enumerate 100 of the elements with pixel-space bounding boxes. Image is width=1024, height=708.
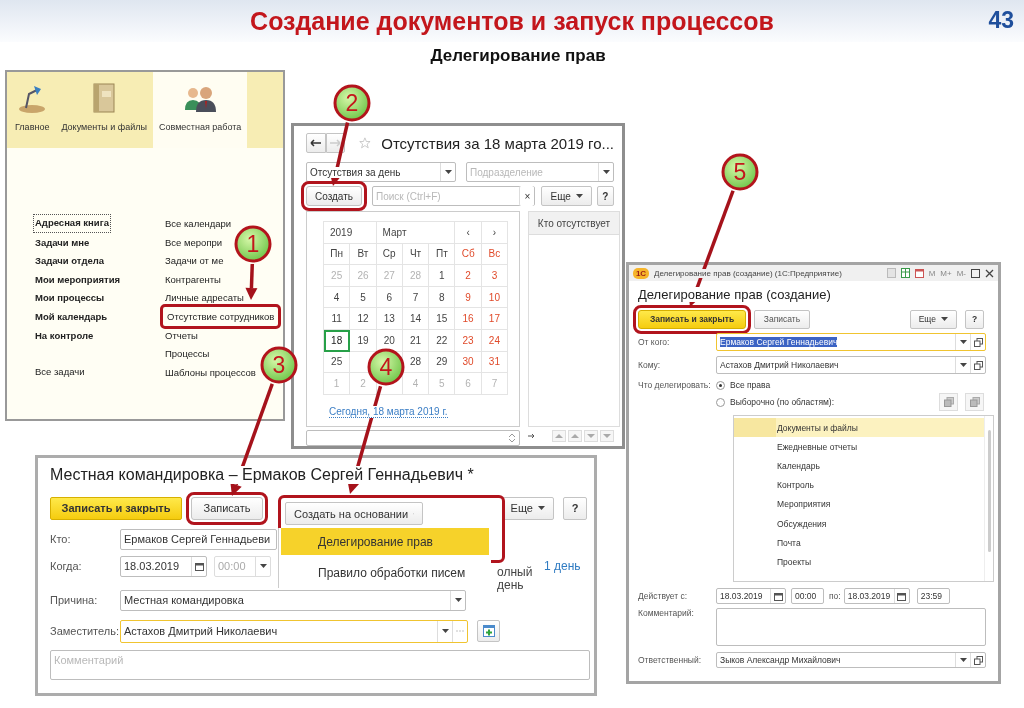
section-link[interactable]: Контрагенты <box>163 269 223 289</box>
calendar-day[interactable]: 13 <box>376 308 403 330</box>
help-button[interactable]: ? <box>965 309 984 329</box>
more-button[interactable]: Еще <box>541 186 592 206</box>
more-button[interactable]: Еще <box>909 309 957 329</box>
list-row[interactable]: Календарь <box>734 456 984 476</box>
calendar-day[interactable]: 31 <box>481 351 509 374</box>
calendar-day[interactable]: 23 <box>455 329 482 352</box>
list-row[interactable]: Обсуждения <box>734 513 984 534</box>
prev-month-button[interactable]: ‹ <box>455 222 482 244</box>
radio-button[interactable] <box>716 397 725 407</box>
calendar-day[interactable]: 5 <box>350 286 377 309</box>
squares-icon[interactable] <box>970 653 985 667</box>
help-button[interactable]: ? <box>596 186 614 206</box>
menu-item[interactable]: Правило обработки писем <box>281 559 489 586</box>
list-row[interactable]: Ежедневные отчеты <box>734 437 984 457</box>
person-field[interactable]: Ермаков Сергей Геннадьеви <box>120 528 277 550</box>
duration-link[interactable]: 1 день <box>544 559 581 573</box>
section-link[interactable]: Процессы <box>163 344 212 363</box>
calendar-day[interactable]: 8 <box>429 286 456 309</box>
calendar-day[interactable]: 11 <box>324 308 351 330</box>
period-select[interactable]: Отсутствия за день <box>306 162 456 182</box>
section-link[interactable]: Мои процессы <box>33 288 107 307</box>
layers-button[interactable] <box>965 393 984 411</box>
create-based-button[interactable]: Создать на основании <box>285 502 423 525</box>
section-link[interactable]: Задачи отдела <box>33 251 107 270</box>
year-select[interactable]: 2019 <box>324 222 377 244</box>
more-button[interactable]: Еще <box>501 496 554 520</box>
section-tab[interactable]: Совместная работа <box>153 72 248 148</box>
squares-icon[interactable] <box>970 357 985 373</box>
date-field[interactable]: 18.03.2019 <box>843 588 910 604</box>
list-row[interactable]: Контроль <box>734 475 984 495</box>
next-month-button[interactable]: › <box>481 222 509 244</box>
calendar-day[interactable]: 4 <box>324 286 351 309</box>
section-link[interactable]: Личные адресаты <box>163 288 246 307</box>
star-icon[interactable] <box>359 135 372 151</box>
calendar-day[interactable]: 18 <box>324 329 351 352</box>
section-link[interactable]: Отсутствие сотрудников <box>163 306 279 326</box>
calendar-day[interactable]: 29 <box>429 351 456 374</box>
calendar-day[interactable]: 6 <box>376 286 403 309</box>
calendar-day[interactable]: 19 <box>350 329 377 352</box>
time-field[interactable]: 00:00 <box>791 588 824 604</box>
clear-button[interactable]: × <box>519 186 535 206</box>
comment-field[interactable] <box>716 608 986 646</box>
calendar-day[interactable]: 10 <box>481 286 509 309</box>
layers-button[interactable] <box>939 393 958 411</box>
calendar-day[interactable]: 16 <box>455 308 482 330</box>
section-tab[interactable]: Документы и файлы <box>55 72 153 148</box>
scrollbar[interactable] <box>984 416 993 581</box>
responsible-field[interactable]: Зыков Александр Михайлович <box>716 652 986 668</box>
calendar-day[interactable]: 3 <box>481 265 509 287</box>
back-button[interactable] <box>306 133 326 153</box>
section-link[interactable]: Отчеты <box>163 325 200 345</box>
save-button[interactable]: Записать <box>754 309 810 329</box>
date-field[interactable]: 18.03.2019 <box>120 555 207 577</box>
section-link[interactable]: Адресная книга <box>33 214 111 233</box>
section-link[interactable]: Все меропри <box>163 232 225 252</box>
month-select[interactable]: Март <box>376 222 456 244</box>
calendar-day[interactable]: 30 <box>455 351 482 374</box>
list-row[interactable]: Документы и файлы <box>734 418 984 438</box>
calendar-day[interactable]: 24 <box>481 329 509 352</box>
calendar-day[interactable]: 15 <box>429 308 456 330</box>
from-field[interactable]: Ермаков Сергей Геннадьевич <box>716 333 986 351</box>
calendar-icon[interactable] <box>914 268 924 278</box>
calendar-day[interactable]: 25 <box>324 351 351 374</box>
save-close-button[interactable]: Записать и закрыть <box>50 496 182 520</box>
calendar-day[interactable]: 1 <box>429 265 456 287</box>
list-row[interactable]: Проекты <box>734 552 984 572</box>
close-icon[interactable] <box>985 268 994 278</box>
deputy-field[interactable]: Астахов Дмитрий Николаевич <box>120 619 468 643</box>
table-icon[interactable] <box>900 268 910 278</box>
reason-select[interactable]: Местная командировка <box>120 589 466 611</box>
calendar-day[interactable]: 14 <box>402 308 430 330</box>
add-button[interactable] <box>477 620 500 642</box>
help-button[interactable]: ? <box>563 496 587 520</box>
maximize-icon[interactable] <box>971 268 980 278</box>
section-link[interactable]: Мой календарь <box>33 306 110 326</box>
section-link[interactable]: На контроле <box>33 325 96 345</box>
calendar-day[interactable]: 2 <box>455 265 482 287</box>
section-link[interactable]: Мои мероприятия <box>33 269 123 289</box>
time-field[interactable]: 23:59 <box>916 588 950 604</box>
section-link[interactable]: Все задачи <box>33 362 87 381</box>
calendar-day[interactable]: 17 <box>481 308 509 330</box>
calendar-day[interactable]: 12 <box>350 308 377 330</box>
calendar-day[interactable]: 7 <box>402 286 430 309</box>
radio-button[interactable] <box>716 380 725 390</box>
note-field[interactable] <box>306 430 520 446</box>
section-link[interactable]: Шаблоны процессов <box>163 362 258 382</box>
today-link[interactable]: Сегодня, 18 марта 2019 г. <box>329 405 448 418</box>
list-row[interactable]: Мероприятия <box>734 494 984 514</box>
list-row[interactable]: Почта <box>734 533 984 553</box>
section-tab[interactable]: Главное <box>9 72 56 148</box>
date-field[interactable]: 18.03.2019 <box>716 588 786 604</box>
menu-item[interactable]: Делегирование прав <box>281 528 489 555</box>
calendar-day[interactable]: 22 <box>429 329 456 352</box>
spinner-icon[interactable] <box>509 433 515 443</box>
section-link[interactable]: Все календари <box>163 214 234 233</box>
to-field[interactable]: Астахов Дмитрий Николаевич <box>716 356 986 374</box>
calendar-day[interactable]: 9 <box>455 286 482 309</box>
section-link[interactable]: Задачи мне <box>33 232 92 252</box>
